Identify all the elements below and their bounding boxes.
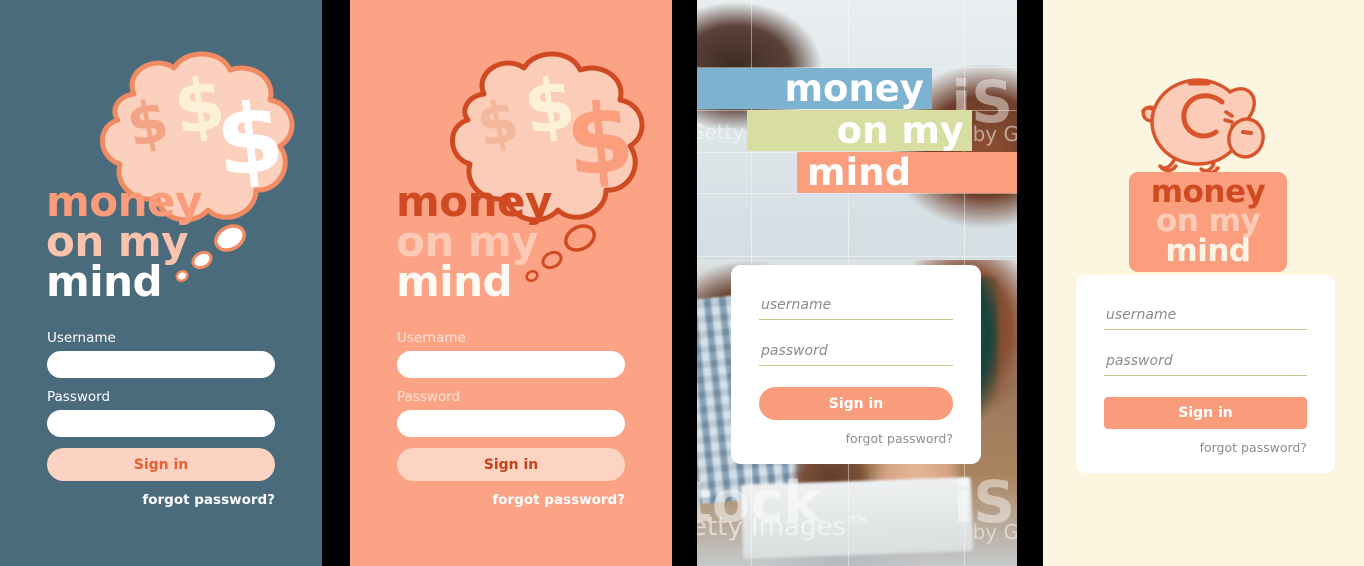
- brand-line-1: money: [396, 177, 552, 226]
- password-input[interactable]: [1104, 351, 1307, 376]
- sign-in-button[interactable]: Sign in: [759, 387, 953, 420]
- login-form-cream: Sign in forgot password?: [1076, 275, 1335, 473]
- svg-text:$: $: [561, 81, 639, 199]
- forgot-password-link[interactable]: forgot password?: [397, 492, 625, 508]
- username-label: Username: [47, 330, 116, 346]
- brand-line-3: mind: [46, 256, 163, 306]
- brand-band-money: money: [697, 68, 932, 109]
- login-card-cream: Sign in forgot password?: [1076, 275, 1335, 473]
- brand-label-box: money on my mind: [1129, 172, 1287, 272]
- login-screen-variants-board: $ $ $ money on my mind Username Password…: [0, 0, 1364, 566]
- password-input[interactable]: [47, 410, 275, 437]
- username-input[interactable]: [1104, 305, 1307, 330]
- sign-in-button[interactable]: Sign in: [1104, 397, 1307, 429]
- username-input[interactable]: [47, 351, 275, 378]
- brand-line-1: money: [46, 177, 202, 226]
- login-panel-salmon: $ $ $ money on my mind Username Password…: [350, 0, 672, 566]
- brand-logo-slate: $ $ $ money on my mind: [0, 0, 322, 320]
- login-panel-photo: Getty I by G iS tock etty Images™ iS by …: [697, 0, 1017, 566]
- password-label: Password: [397, 389, 461, 405]
- username-input[interactable]: [759, 295, 953, 320]
- login-card-photo: Sign in forgot password?: [731, 265, 981, 464]
- login-form-photo: Sign in forgot password?: [731, 265, 981, 464]
- login-panel-slate: $ $ $ money on my mind Username Password…: [0, 0, 322, 566]
- svg-text:$: $: [211, 81, 289, 199]
- password-input[interactable]: [397, 410, 625, 437]
- login-form-salmon: Username Password Sign in forgot passwor…: [397, 330, 625, 508]
- brand-line-2: on my: [836, 109, 964, 152]
- watermark-by-getty-bottom: by G: [972, 520, 1017, 544]
- brand-line-2: on my: [46, 216, 189, 266]
- brand-logo-salmon: $ $ $ money on my mind: [350, 0, 672, 320]
- brand-line-1: money: [784, 67, 924, 110]
- brand-wordmark: money on my mind: [1129, 172, 1287, 266]
- brand-wordmark: money on my mind: [46, 177, 202, 306]
- brand-wordmark: money on my mind: [396, 177, 552, 306]
- username-input[interactable]: [397, 351, 625, 378]
- forgot-password-link[interactable]: forgot password?: [759, 431, 953, 446]
- brand-band-mind: mind: [797, 152, 1017, 193]
- brand-line-3: mind: [396, 256, 513, 306]
- forgot-password-link[interactable]: forgot password?: [47, 492, 275, 508]
- watermark-getty-bottom: etty Images™: [697, 512, 873, 542]
- login-form-slate: Username Password Sign in forgot passwor…: [47, 330, 275, 508]
- forgot-password-link[interactable]: forgot password?: [1104, 440, 1307, 455]
- login-panel-cream: money on my mind Sign in forgot password…: [1043, 0, 1364, 566]
- password-label: Password: [47, 389, 111, 405]
- brand-line-3: mind: [1165, 232, 1251, 269]
- sign-in-button[interactable]: Sign in: [47, 448, 275, 481]
- brand-line-3: mind: [807, 151, 912, 194]
- brand-line-2: on my: [396, 216, 539, 266]
- sign-in-button[interactable]: Sign in: [397, 448, 625, 481]
- password-input[interactable]: [759, 341, 953, 366]
- username-label: Username: [397, 330, 466, 346]
- brand-band-on-my: on my: [747, 110, 972, 151]
